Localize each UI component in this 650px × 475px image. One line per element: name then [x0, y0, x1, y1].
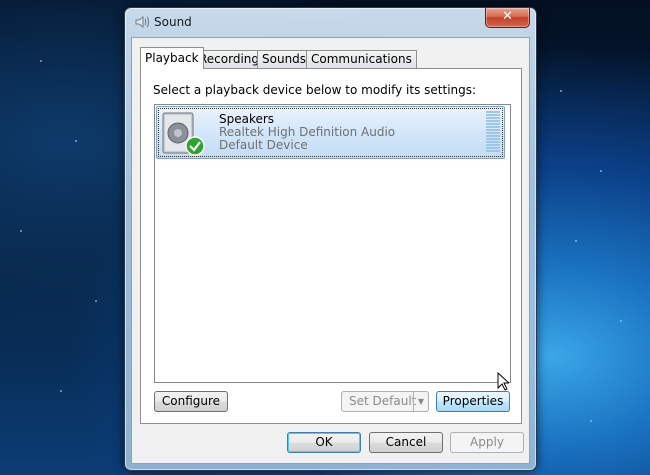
instructions-text: Select a playback device below to modify…	[153, 83, 477, 97]
properties-button[interactable]: Properties	[436, 391, 510, 412]
tab-communications[interactable]: Communications	[306, 50, 417, 68]
green-check-icon	[185, 136, 205, 156]
close-button[interactable]: ✕	[485, 8, 530, 28]
device-item-speakers[interactable]: Speakers Realtek High Definition Audio D…	[156, 106, 505, 159]
tab-recording-label: Recording	[199, 52, 260, 66]
dialog-body: Playback Recording Sounds Communications…	[131, 37, 530, 464]
device-name: Speakers	[219, 112, 275, 126]
device-list[interactable]: Speakers Realtek High Definition Audio D…	[154, 104, 511, 383]
apply-button[interactable]: Apply	[450, 432, 524, 453]
tab-recording[interactable]: Recording	[194, 50, 265, 68]
ok-button[interactable]: OK	[287, 432, 361, 453]
set-default-button[interactable]: Set Default ▼	[341, 391, 429, 412]
sound-dialog: Sound ✕ Playback Recording Sounds Commun…	[124, 7, 537, 471]
chevron-down-icon[interactable]: ▼	[413, 392, 428, 411]
volume-level-meter	[486, 111, 500, 153]
tab-playback-label: Playback	[145, 51, 199, 65]
speaker-icon	[162, 112, 205, 156]
cancel-button[interactable]: Cancel	[369, 432, 443, 453]
set-default-label: Set Default	[349, 394, 417, 408]
mouse-cursor-icon	[497, 372, 509, 391]
sound-app-icon	[135, 16, 149, 28]
window-title: Sound	[154, 15, 192, 29]
device-status: Default Device	[219, 138, 308, 152]
playback-panel: Select a playback device below to modify…	[140, 68, 522, 424]
tab-sounds[interactable]: Sounds	[257, 50, 312, 68]
configure-button[interactable]: Configure	[154, 391, 228, 412]
tab-sounds-label: Sounds	[262, 52, 307, 66]
tab-communications-label: Communications	[311, 52, 412, 66]
title-bar[interactable]: Sound ✕	[125, 8, 536, 36]
close-icon: ✕	[502, 9, 513, 24]
tab-playback[interactable]: Playback	[140, 47, 204, 69]
device-description: Realtek High Definition Audio	[219, 125, 396, 139]
